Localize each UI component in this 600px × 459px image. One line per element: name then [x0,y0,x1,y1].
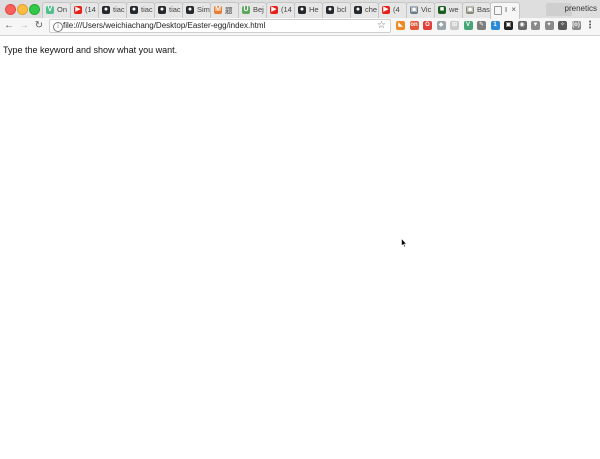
github-icon: ● [158,6,166,14]
back-button[interactable]: ← [3,20,15,32]
tab-label: Sim [197,5,210,14]
github-icon: ● [102,6,110,14]
image-icon: ▣ [466,6,474,14]
tab-7[interactable]: U Bej [238,2,267,18]
url-text[interactable]: file:///Users/weichiachang/Desktop/Easte… [63,21,265,30]
tabs-container: V On ▶ (14 ● tiac ● tiac ● tiac ● Sim M 题 U Bej ▶ (14 ● He ●… [42,1,544,19]
tab-label: Vic [421,5,432,14]
tab-label: (4 [393,5,400,14]
extension-11-icon[interactable]: ▼ [531,21,540,30]
tab-strip: V On ▶ (14 ● tiac ● tiac ● tiac ● Sim M 题 U Bej ▶ (14 ● He ●… [0,0,600,19]
extension-2-icon[interactable]: on [409,21,419,30]
youtube-icon: ▶ [270,6,278,14]
tab-15[interactable]: ▣ Bas [462,2,491,18]
github-icon: ● [130,6,138,14]
bookmark-star-icon[interactable]: ☆ [377,20,386,31]
tab-5[interactable]: ● Sim [182,2,211,18]
toolbar: ← → ↻ i file:///Users/weichiachang/Deskt… [0,18,600,36]
browser-window: V On ▶ (14 ● tiac ● tiac ● tiac ● Sim M 题 U Bej ▶ (14 ● He ●… [0,0,600,459]
tab-1[interactable]: ▶ (14 [70,2,99,18]
tab-label: On [57,5,68,14]
tab-label: 题 [225,6,233,15]
mouse-cursor-icon [401,238,407,248]
tab-label: tiac [113,5,125,14]
vue-icon: V [46,6,54,14]
tab-label: tiac [141,5,153,14]
page-text: Type the keyword and show what you want. [3,45,178,55]
extension-12-icon[interactable]: ✦ [544,21,554,30]
tab-0[interactable]: V On [42,2,71,18]
site-icon: M [214,6,222,14]
github-icon: ● [186,6,194,14]
github-icon: ● [354,6,362,14]
extension-5-icon[interactable]: ⊞ [450,21,459,30]
extension-8-icon[interactable]: 1 [490,21,500,30]
github-icon: ● [326,6,334,14]
minimize-window-button[interactable] [17,4,28,15]
tab-10[interactable]: ● bcl [322,2,351,18]
extensions-area: ◣ on O ◆ ⊞ V ✎ 1 ▣ ◉ ▼ ✦ ✧ (o) ⋮ [396,20,600,34]
menu-icon[interactable]: ⋮ [585,21,595,31]
tab-label: we [449,5,459,14]
forward-button[interactable]: → [18,20,30,32]
extension-1-icon[interactable]: ◣ [396,21,405,30]
extension-4-icon[interactable]: ◆ [436,21,446,30]
address-bar[interactable]: i file:///Users/weichiachang/Desktop/Eas… [49,19,391,33]
profile-area[interactable]: prenetics [540,0,600,18]
reload-button[interactable]: ↻ [33,20,45,32]
tab-13[interactable]: ▣ Vic [406,2,435,18]
extension-14-icon[interactable]: (o) [571,21,581,30]
youtube-icon: ▶ [74,6,82,14]
extension-9-icon[interactable]: ▣ [504,21,513,30]
tab-6[interactable]: M题 [210,2,239,18]
page-content: Type the keyword and show what you want. [0,36,600,459]
tab-9[interactable]: ● He [294,2,323,18]
extension-6-icon[interactable]: V [463,21,473,30]
tab-label: tiac [169,5,181,14]
youtube-icon: ▶ [382,6,390,14]
tab-label: (14 [281,5,292,14]
udemy-icon: U [242,6,250,14]
zoom-window-button[interactable] [29,4,40,15]
tab-label: (14 [85,5,96,14]
tab-3[interactable]: ● tiac [126,2,155,18]
extension-10-icon[interactable]: ◉ [517,21,527,30]
close-window-button[interactable] [5,4,16,15]
tab-label: Bej [253,5,264,14]
info-icon[interactable]: i [53,22,63,32]
tab-label: bcl [337,5,347,14]
extension-7-icon[interactable]: ✎ [477,21,486,30]
tab-label: I [505,5,508,14]
extension-3-icon[interactable]: O [423,21,432,30]
tab-2[interactable]: ● tiac [98,2,127,18]
tab-11[interactable]: ● che [350,2,379,18]
tab-active[interactable]: I × [490,2,520,19]
tab-label: He [309,5,319,14]
page-icon [494,6,502,15]
tab-4[interactable]: ● tiac [154,2,183,18]
profile-name: prenetics [564,4,597,13]
tab-label: che [365,5,378,14]
image-icon: ▣ [410,6,418,14]
tab-8[interactable]: ▶ (14 [266,2,295,18]
site-icon: ■ [438,6,446,14]
github-icon: ● [298,6,306,14]
close-tab-icon[interactable]: × [511,5,516,14]
extension-13-icon[interactable]: ✧ [558,21,567,30]
tab-12[interactable]: ▶ (4 [378,2,407,18]
tab-14[interactable]: ■ we [434,2,463,18]
tab-label: Bas [477,5,490,14]
